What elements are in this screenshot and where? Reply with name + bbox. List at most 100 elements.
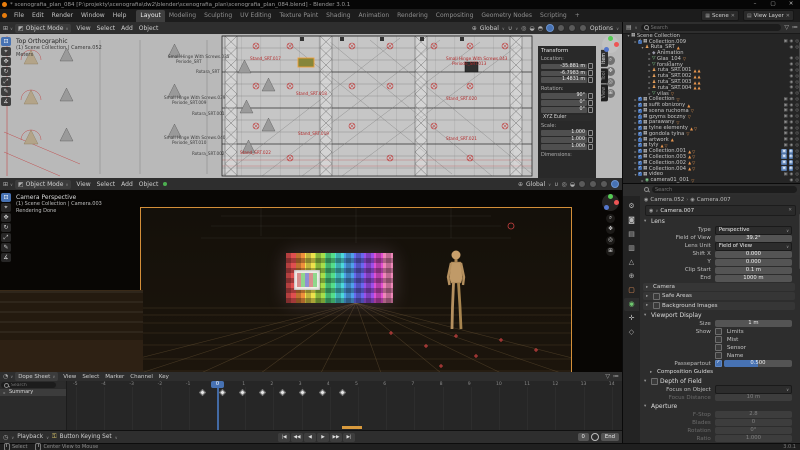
screen-toggle-icon[interactable]: ▣ (781, 165, 787, 171)
dope-menu-key[interactable]: Key (156, 374, 172, 380)
screen-toggle-icon[interactable]: ▣ (783, 143, 787, 148)
hide-eye-icon[interactable]: ◉ (790, 137, 794, 142)
lens-unit-field[interactable]: Field of View ∨ (714, 241, 792, 251)
outliner-search[interactable] (640, 24, 782, 31)
hide-eye-icon[interactable]: ◉ (790, 120, 794, 125)
minimize-button[interactable]: – (746, 0, 764, 9)
orientation-dropdown[interactable]: Global (480, 25, 499, 32)
location-z-field[interactable]: 1.4831 m (541, 77, 587, 83)
editor-type-icon[interactable]: ⊞ (3, 25, 8, 32)
properties-tab-3[interactable]: ▥ (624, 242, 639, 255)
field-of-view-field[interactable]: 39.2° (714, 234, 792, 242)
options-dropdown[interactable]: Options (590, 25, 613, 32)
menu-file[interactable]: File (10, 10, 28, 22)
mode-dropdown[interactable]: ◩ Object Mode ∨ (14, 23, 72, 33)
pan-icon[interactable]: ✥ (606, 67, 615, 76)
rotation-field[interactable]: 0° (714, 427, 792, 435)
render-camera-icon[interactable]: ◎ (795, 154, 799, 159)
filter-icon[interactable]: ▽ (784, 24, 789, 31)
collection-checkbox[interactable] (638, 148, 642, 154)
pan-icon[interactable]: ✥ (606, 225, 615, 234)
collection-checkbox[interactable] (638, 160, 642, 165)
mode-dropdown[interactable]: ◩ Object Mode ∨ (14, 179, 72, 189)
screen-toggle-icon[interactable]: ▣ (783, 120, 787, 125)
hide-eye-icon[interactable]: ◉ (790, 103, 794, 108)
menu-render[interactable]: Render (48, 10, 77, 22)
type-field[interactable]: Perspective ∨ (714, 225, 792, 235)
properties-tab-9[interactable]: ◇ (624, 326, 639, 339)
viewport-menu-select[interactable]: Select (94, 181, 119, 188)
keyframe-diamond[interactable] (278, 388, 287, 397)
workspace-tab-geometry-nodes[interactable]: Geometry Nodes (477, 10, 536, 22)
properties-tab-2[interactable]: ▤ (624, 228, 639, 241)
workspace-tab-animation[interactable]: Animation (355, 10, 394, 22)
render-camera-icon[interactable]: ◎ (795, 126, 799, 131)
editor-type-icon[interactable]: ◷ (3, 434, 8, 441)
properties-tab-5[interactable]: ⊕ (624, 270, 639, 283)
channel-filter-toggle[interactable] (57, 382, 65, 388)
name-checkbox[interactable] (714, 352, 722, 360)
tool-rotate[interactable]: ↻ (1, 223, 11, 232)
tool-scale[interactable]: ⤢ (1, 77, 11, 86)
passepartout-checkbox[interactable] (714, 360, 722, 368)
tool-transform[interactable]: ✎ (1, 243, 11, 252)
screen-toggle-icon[interactable]: ▣ (781, 148, 787, 154)
hide-eye-icon[interactable]: ◉ (788, 154, 794, 160)
panel-header-aperture[interactable]: ▾ Aperture (640, 402, 800, 411)
overlays-icon[interactable]: ◒ (529, 25, 534, 32)
panel-composition-guides[interactable]: ▸ Composition Guides (640, 368, 800, 377)
overlays-icon[interactable]: ◒ (570, 181, 575, 188)
grid-toggle-icon[interactable]: ⊞ (606, 247, 615, 256)
hide-eye-icon[interactable]: ◉ (790, 56, 794, 61)
properties-tab-7[interactable]: ◉ (624, 298, 639, 311)
zoom-icon[interactable]: ⌕ (606, 214, 615, 223)
collection-checkbox[interactable] (638, 165, 642, 171)
ratio-field[interactable]: 1.000 (714, 435, 792, 443)
workspace-tab-layout[interactable]: Layout (136, 9, 165, 22)
workspace-tab-sculpting[interactable]: Sculpting (200, 10, 236, 22)
passepartout-slider[interactable]: 0.500 (723, 360, 792, 368)
render-camera-icon[interactable]: ◎ (795, 114, 799, 119)
viewport-menu-select[interactable]: Select (94, 25, 119, 32)
panel-header-viewport-display[interactable]: ▾ Viewport Display (640, 311, 800, 320)
hide-eye-icon[interactable]: ◉ (790, 131, 794, 136)
camera-viewport-canvas[interactable]: ⊡ ⌖ ✥ ↻ ⤢ ✎ ∡ Camera Perspective (1) Scene Col… (0, 190, 622, 372)
channel-search[interactable] (1, 382, 56, 388)
screen-toggle-icon[interactable]: ▣ (783, 172, 787, 177)
hide-eye-icon[interactable]: ◉ (788, 148, 794, 154)
view-layer-unlink-icon[interactable]: ✕ (786, 13, 790, 19)
editor-type-icon[interactable]: ◔ (3, 373, 8, 380)
collection-checkbox[interactable] (638, 108, 642, 113)
viewport-menu-view[interactable]: View (73, 25, 93, 32)
screen-toggle-icon[interactable]: ▣ (783, 108, 787, 113)
dope-sheet-canvas[interactable]: ▸ Summary -5-4-3-2-112345678910111213140 (0, 381, 622, 430)
shading-solid-icon[interactable] (589, 180, 597, 188)
screen-toggle-icon[interactable]: ▣ (781, 154, 787, 160)
screen-toggle-icon[interactable]: ▣ (783, 131, 787, 136)
hide-eye-icon[interactable]: ◉ (790, 85, 794, 90)
panel-checkbox[interactable] (651, 377, 658, 385)
properties-tab-4[interactable]: △ (624, 256, 639, 269)
size-field[interactable]: 1 m (714, 320, 792, 328)
render-camera-icon[interactable]: ◎ (795, 166, 799, 171)
location-y-field[interactable]: -6.7983 m (541, 70, 587, 77)
render-camera-icon[interactable]: ◎ (795, 131, 799, 136)
snap-magnet-icon[interactable]: ∪ (508, 25, 512, 32)
workspace-tab-compositing[interactable]: Compositing (432, 10, 478, 22)
axis-gizmo[interactable] (602, 194, 619, 211)
shift-x-field[interactable]: 0.000 (714, 250, 792, 258)
screen-toggle-icon[interactable]: ▣ (783, 39, 787, 44)
screen-toggle-icon[interactable]: ▣ (783, 137, 787, 142)
scale-x-field[interactable]: 1.000 (541, 130, 587, 136)
outliner-display-mode-icon[interactable]: ▤ (626, 24, 632, 31)
hide-eye-icon[interactable]: ◉ (790, 114, 794, 119)
lock-icon[interactable] (588, 130, 593, 137)
properties-tab-6[interactable]: ▢ (624, 284, 639, 297)
maximize-button[interactable]: ▢ (764, 0, 782, 9)
shading-solid-icon[interactable] (556, 24, 565, 32)
summary-channel[interactable]: ▸ Summary (0, 389, 66, 396)
auto-keying-icon[interactable] (590, 433, 599, 441)
hide-eye-icon[interactable]: ◉ (790, 178, 794, 183)
panel-checkbox[interactable] (653, 302, 660, 310)
workspace-tab-+[interactable]: + (571, 10, 584, 22)
